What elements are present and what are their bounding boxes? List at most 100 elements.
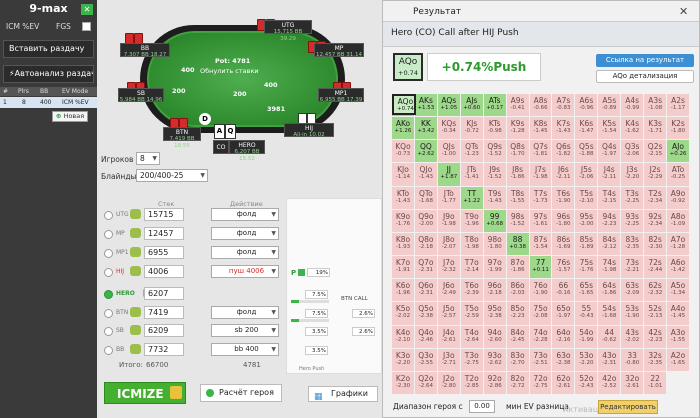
hand-cell[interactable]: 73o -2.51 [529,348,552,371]
hand-cell[interactable]: 97o -1.99 [483,256,506,279]
hand-cell[interactable]: A7o -1.28 [667,232,689,256]
hand-cell[interactable]: 85o -2.23 [506,302,529,325]
hand-cell[interactable]: A5o -1.34 [667,279,689,302]
hand-cell[interactable]: T2s -2.34 [644,186,667,209]
hand-cell[interactable]: Q5s -1.88 [575,140,598,163]
hand-cell[interactable]: J9o -1.98 [437,209,460,232]
hand-cell[interactable]: 82o -2.72 [506,371,529,394]
hand-cell[interactable]: QTo -1.68 [414,186,437,209]
hands-table-row[interactable]: 1 8 400 ICM %EV [0,97,97,108]
hand-cell[interactable]: J2o -2.80 [437,371,460,394]
hand-cell[interactable]: Q8s -1.70 [506,140,529,163]
hand-cell[interactable]: 76o -1.90 [529,279,552,302]
hand-cell[interactable]: A7s -0.83 [552,94,575,117]
fgs-checkbox[interactable] [82,22,91,31]
action-select-mp1[interactable]: фолд ▼ [211,246,279,259]
stack-input-utg[interactable]: 15715 [144,208,184,221]
hand-cell[interactable]: 66 -0.16 [552,279,575,302]
action-select-btn[interactable]: фолд ▼ [211,306,279,319]
hand-cell[interactable]: 95o -2.38 [483,302,506,325]
hand-cell[interactable]: KTs -0.98 [483,117,506,140]
hand-cell[interactable]: Q6s -1.82 [552,140,575,163]
hand-cell[interactable]: 43s -2.02 [621,325,644,348]
hand-cell[interactable]: J6o -2.49 [437,279,460,302]
hand-cell[interactable]: T9s -1.43 [483,186,506,209]
hand-cell[interactable]: 76s -1.57 [552,256,575,279]
hand-cell[interactable]: TT +1.22 [460,186,483,209]
hand-cell[interactable]: J3o -2.71 [437,348,460,371]
hand-cell[interactable]: Q6o -2.31 [414,279,437,302]
hand-cell[interactable]: A9o -0.92 [667,186,689,209]
stack-input-sb[interactable]: 6209 [144,324,184,337]
hand-cell[interactable]: AJs +0.60 [460,94,483,117]
graphs-button[interactable]: ▦ Графики [308,386,378,402]
hand-cell[interactable]: K8o -1.93 [392,232,414,256]
min-ev-input[interactable]: 0.00 [469,400,495,413]
auto-analysis-button[interactable]: ⚡Автоанализ раздач [3,65,94,83]
hand-cell[interactable]: A9s -0.41 [506,94,529,117]
hand-cell[interactable]: J6s -2.11 [552,163,575,186]
position-radio-utg[interactable] [104,211,113,220]
seat-hij[interactable]: HIJ All-in 10.02 [284,123,334,138]
edit-button[interactable]: Редактировать [598,400,658,414]
hand-cell[interactable]: T6s -1.90 [552,186,575,209]
hand-cell[interactable]: T8s -1.55 [506,186,529,209]
blinds-select[interactable]: 200/400-25 ▼ [136,169,208,182]
hand-cell[interactable]: A4o -1.45 [667,302,689,325]
hand-cell[interactable]: 83s -2.35 [621,232,644,256]
hand-cell[interactable]: Q9o -2.00 [414,209,437,232]
seat-bb[interactable]: BB 7,307 BB 18.27 [120,43,170,58]
hand-cell[interactable]: 74s -1.98 [598,256,621,279]
hand-cell[interactable]: T8o -1.98 [460,232,483,256]
hand-cell[interactable]: Q3s -2.06 [621,140,644,163]
hand-cell[interactable]: 85s -1.89 [575,232,598,256]
hand-cell[interactable]: 99 +0.68 [483,209,506,232]
hand-cell[interactable]: 65o -1.97 [552,302,575,325]
hand-cell[interactable]: 53o -2.20 [575,348,598,371]
hand-cell[interactable]: J3s -2.20 [621,163,644,186]
position-radio-sb[interactable] [104,327,113,336]
seat-hero[interactable]: HERO 6,207 BB 15.52 [229,140,265,162]
hand-cell[interactable]: T6o -2.39 [460,279,483,302]
close-icon[interactable]: ✕ [679,5,688,18]
stack-input-btn[interactable]: 7419 [144,306,184,319]
position-radio-hero[interactable] [104,290,113,299]
hand-cell[interactable]: K2o -2.30 [392,371,414,394]
hand-cell[interactable]: 54o -1.99 [575,325,598,348]
position-radio-mp[interactable] [104,230,113,239]
hand-cell[interactable]: 77 +0.11 [529,256,552,279]
hand-cell[interactable]: T7s -1.73 [529,186,552,209]
hand-cell[interactable]: 62s -2.32 [644,279,667,302]
hand-cell[interactable]: T5s -2.10 [575,186,598,209]
hand-cell[interactable]: J7s -1.98 [529,163,552,186]
action-select-hij[interactable]: пуш 4006 ▼ [211,265,279,278]
result-tab[interactable]: Результат [413,7,461,17]
hand-cell[interactable]: 54s -1.68 [598,302,621,325]
hand-cell[interactable]: Q3o -2.55 [414,348,437,371]
hand-cell[interactable]: 72o -2.75 [529,371,552,394]
hand-cell[interactable]: Q7s -1.81 [529,140,552,163]
hand-cell[interactable]: A4s -0.99 [621,94,644,117]
hand-cell[interactable]: K9s -1.28 [506,117,529,140]
reset-bets-link[interactable]: Обнулить ставки [200,67,259,75]
hand-cell[interactable]: 43o -2.31 [598,348,621,371]
hand-cell[interactable]: J8o -2.07 [437,232,460,256]
hand-cell[interactable]: K7o -1.91 [392,256,414,279]
hand-cell[interactable]: K4o -2.10 [392,325,414,348]
hand-cell[interactable]: QJs -1.00 [437,140,460,163]
seat-sb[interactable]: SB 5,984 BB 14.96 [118,88,164,103]
hand-cell[interactable]: JTs -1.41 [460,163,483,186]
hand-cell[interactable]: K5o -2.02 [392,302,414,325]
hand-cell[interactable]: 62o -2.61 [552,371,575,394]
hand-cell[interactable]: T3o -2.75 [460,348,483,371]
hand-cell[interactable]: 97s -1.61 [529,209,552,232]
hand-cell[interactable]: Q2s -2.15 [644,140,667,163]
position-radio-mp1[interactable] [104,249,113,258]
hand-cell[interactable]: 83o -2.70 [506,348,529,371]
stack-input-mp[interactable]: 12457 [144,227,184,240]
hand-cell[interactable]: Q4o -2.46 [414,325,437,348]
hand-cell[interactable]: Q4s -1.97 [598,140,621,163]
hand-cell[interactable]: AQo +0.74 [392,94,416,115]
hand-cell[interactable]: 96s -1.80 [552,209,575,232]
hand-cell[interactable]: A8o -1.09 [667,209,689,232]
